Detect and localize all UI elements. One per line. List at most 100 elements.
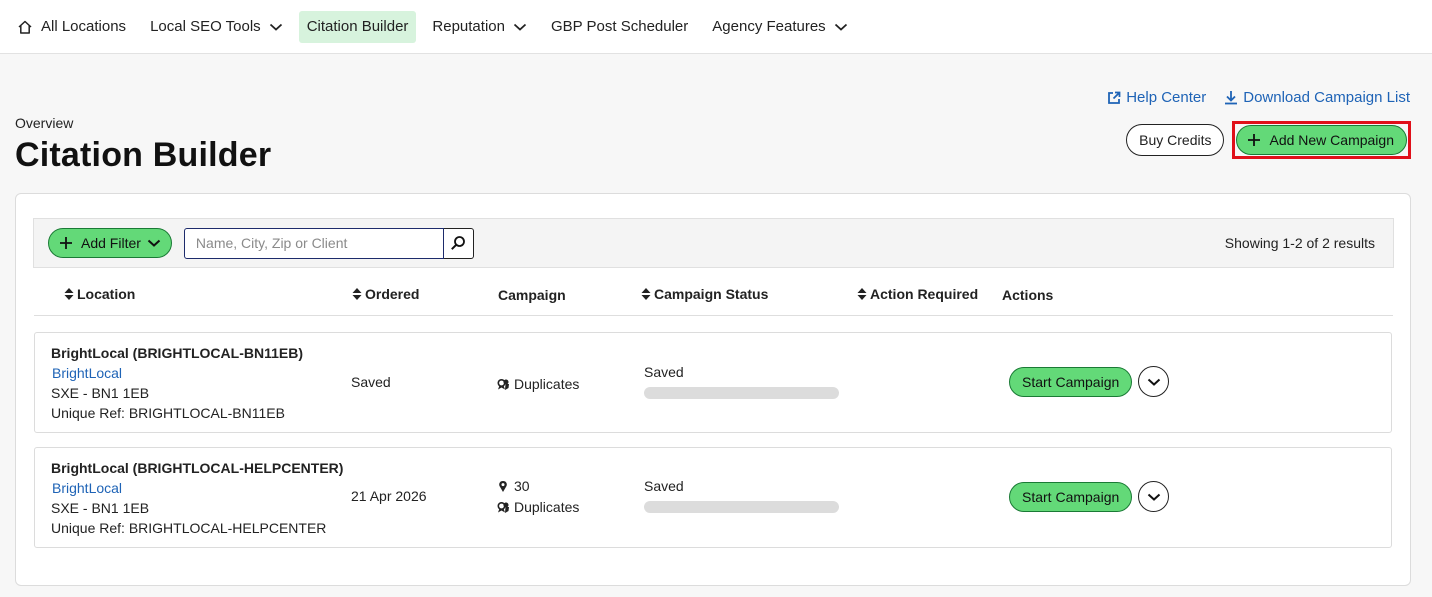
nav-gbp-post-scheduler[interactable]: GBP Post Scheduler <box>543 11 696 43</box>
client-link[interactable]: BrightLocal <box>52 478 343 498</box>
home-icon <box>18 20 32 34</box>
column-campaign: Campaign <box>498 287 566 303</box>
duplicates-icon <box>497 378 509 390</box>
duplicates-label: Duplicates <box>514 499 580 515</box>
column-campaign-status[interactable]: Campaign Status <box>641 286 768 302</box>
duplicates-line: Duplicates <box>497 374 579 395</box>
nav-agency-features[interactable]: Agency Features <box>704 11 855 43</box>
nav-gbp-post-scheduler-label: GBP Post Scheduler <box>550 18 689 35</box>
status-label: Saved <box>644 364 684 380</box>
column-ordered-label: Ordered <box>365 286 420 302</box>
add-new-campaign-label: Add New Campaign <box>1269 132 1394 148</box>
column-action-required-label: Action Required <box>870 286 979 302</box>
add-new-campaign-button[interactable]: Add New Campaign <box>1236 125 1407 155</box>
filter-bar: Add Filter Showing 1-2 of 2 results <box>33 218 1394 268</box>
duplicates-icon <box>497 501 509 513</box>
breadcrumb-overview: Overview <box>15 115 74 131</box>
column-ordered[interactable]: Ordered <box>352 286 419 302</box>
column-actions: Actions <box>1002 287 1053 303</box>
status-progress-bar <box>644 501 839 513</box>
search-button[interactable] <box>443 227 474 259</box>
chevron-down-icon <box>269 23 282 31</box>
column-campaign-status-label: Campaign Status <box>654 286 769 302</box>
sort-icon <box>641 288 651 300</box>
row-menu-button[interactable] <box>1138 481 1170 512</box>
nav-all-locations[interactable]: All Locations <box>9 11 134 43</box>
header-buttons: Buy Credits Add New Campaign <box>1126 121 1411 159</box>
location-name: BrightLocal (BRIGHTLOCAL-HELPCENTER) <box>51 460 344 476</box>
column-campaign-label: Campaign <box>498 287 566 303</box>
page-header: Overview Citation Builder Help Center Do… <box>0 54 1432 193</box>
download-campaign-list-label: Download Campaign List <box>1243 89 1410 106</box>
chevron-down-icon <box>1147 493 1160 501</box>
add-filter-button[interactable]: Add Filter <box>48 228 172 258</box>
results-count: Showing 1-2 of 2 results <box>1224 235 1375 251</box>
nav-local-seo-tools[interactable]: Local SEO Tools <box>142 11 291 43</box>
sort-icon <box>857 288 867 300</box>
location-area: SXE - BN1 1EB <box>51 385 150 401</box>
page-title: Citation Builder <box>15 136 272 174</box>
help-center-link[interactable]: Help Center <box>1107 89 1206 106</box>
location-cell: BrightLocal (BRIGHTLOCAL-HELPCENTER) Bri… <box>51 458 343 538</box>
ordered-cell: 21 Apr 2026 <box>351 488 427 504</box>
client-link[interactable]: BrightLocal <box>52 363 303 383</box>
plus-icon <box>1248 134 1261 146</box>
column-action-required[interactable]: Action Required <box>857 286 978 302</box>
campaign-cell: 30 Duplicates <box>497 476 579 518</box>
start-campaign-button[interactable]: Start Campaign <box>1009 366 1133 397</box>
chevron-down-icon <box>513 23 527 31</box>
sort-icon <box>352 288 362 300</box>
external-link-icon <box>1108 91 1121 104</box>
help-center-label: Help Center <box>1126 89 1207 106</box>
duplicates-label: Duplicates <box>514 376 580 392</box>
table-row: BrightLocal (BRIGHTLOCAL-HELPCENTER) Bri… <box>34 447 1392 548</box>
chevron-down-icon <box>1147 378 1160 386</box>
table-header: Location Ordered Campaign Campaign Statu… <box>34 276 1393 316</box>
status-cell: Saved <box>644 476 839 513</box>
status-progress-bar <box>644 387 839 399</box>
search-input[interactable] <box>183 227 444 259</box>
search-icon <box>451 236 466 250</box>
nav-local-seo-tools-label: Local SEO Tools <box>150 18 261 35</box>
download-icon <box>1225 91 1238 105</box>
nav-reputation[interactable]: Reputation <box>424 11 535 43</box>
status-label: Saved <box>644 478 684 494</box>
location-cell: BrightLocal (BRIGHTLOCAL-BN11EB) BrightL… <box>51 343 303 423</box>
nav-all-locations-label: All Locations <box>41 18 127 35</box>
sort-icon <box>64 288 74 300</box>
row-menu-button[interactable] <box>1138 366 1170 397</box>
chevron-down-icon <box>147 239 161 247</box>
download-campaign-list-link[interactable]: Download Campaign List <box>1224 89 1410 106</box>
nav-citation-builder-label: Citation Builder <box>306 18 409 35</box>
status-cell: Saved <box>644 362 839 399</box>
citations-count: 30 <box>514 478 530 494</box>
start-campaign-button[interactable]: Start Campaign <box>1009 481 1133 512</box>
column-actions-label: Actions <box>1002 287 1054 303</box>
actions-cell: Start Campaign <box>1009 481 1170 512</box>
add-new-campaign-highlight: Add New Campaign <box>1232 121 1411 159</box>
campaign-cell: Duplicates <box>497 374 579 395</box>
location-area: SXE - BN1 1EB <box>51 500 150 516</box>
pin-icon <box>499 481 507 492</box>
duplicates-line: Duplicates <box>497 497 579 518</box>
buy-credits-button[interactable]: Buy Credits <box>1126 124 1225 156</box>
table-row: BrightLocal (BRIGHTLOCAL-BN11EB) BrightL… <box>34 332 1392 433</box>
location-ref: Unique Ref: BRIGHTLOCAL-HELPCENTER <box>51 520 327 536</box>
citations-line: 30 <box>497 476 579 497</box>
ordered-cell: Saved <box>351 374 391 390</box>
header-links: Help Center Download Campaign List <box>1107 89 1410 106</box>
chevron-down-icon <box>834 23 847 31</box>
nav-reputation-label: Reputation <box>432 18 505 35</box>
column-location[interactable]: Location <box>64 286 135 302</box>
column-location-label: Location <box>77 286 136 302</box>
top-navigation: All Locations Local SEO Tools Citation B… <box>0 0 1432 54</box>
nav-agency-features-label: Agency Features <box>712 18 826 35</box>
search-group <box>183 227 474 259</box>
location-ref: Unique Ref: BRIGHTLOCAL-BN11EB <box>51 405 285 421</box>
plus-icon <box>60 237 72 249</box>
add-filter-label: Add Filter <box>81 235 141 251</box>
location-name: BrightLocal (BRIGHTLOCAL-BN11EB) <box>51 345 303 361</box>
nav-citation-builder[interactable]: Citation Builder <box>298 10 417 43</box>
actions-cell: Start Campaign <box>1009 366 1170 397</box>
campaigns-panel: Add Filter Showing 1-2 of 2 results Loca… <box>15 193 1411 586</box>
